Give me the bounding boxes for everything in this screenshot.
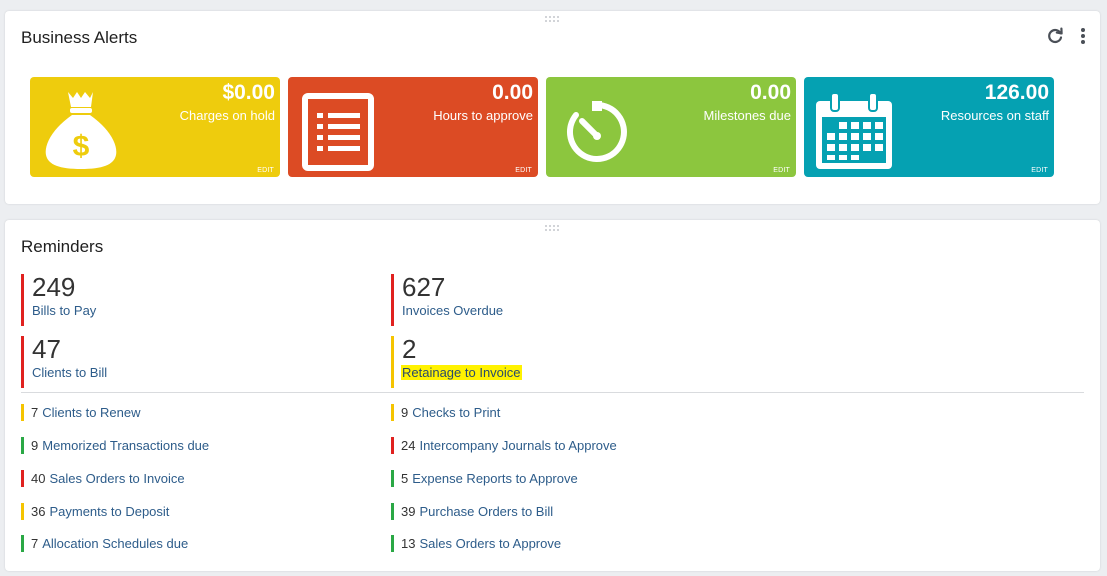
reminder-count: 7 bbox=[31, 405, 39, 420]
tile-edit-link[interactable]: EDIT bbox=[257, 167, 274, 174]
tile-label: Milestones due bbox=[703, 108, 791, 123]
tile-hours-to-approve[interactable]: 0.00 Hours to approve EDIT bbox=[288, 77, 538, 177]
reminder-label: Payments to Deposit bbox=[49, 504, 170, 519]
business-alerts-portlet: Business Alerts $ $0.00 Charges on hold … bbox=[5, 11, 1100, 204]
reminder-label: Memorized Transactions due bbox=[42, 438, 210, 453]
list-item[interactable]: 40 Sales Orders to Invoice bbox=[21, 470, 185, 487]
reminder-count: 5 bbox=[401, 471, 409, 486]
reminder-label: Intercompany Journals to Approve bbox=[419, 438, 617, 453]
reminder-count: 9 bbox=[31, 438, 39, 453]
reminder-count: 47 bbox=[32, 334, 61, 364]
list-item[interactable]: 24 Intercompany Journals to Approve bbox=[391, 437, 617, 454]
list-item[interactable]: 39 Purchase Orders to Bill bbox=[391, 503, 553, 520]
tile-charges-on-hold[interactable]: $ $0.00 Charges on hold EDIT bbox=[30, 77, 280, 177]
reminder-count: 40 bbox=[31, 471, 46, 486]
tile-label: Charges on hold bbox=[179, 108, 275, 123]
reminder-label: Sales Orders to Invoice bbox=[49, 471, 185, 486]
reminder-count: 9 bbox=[401, 405, 409, 420]
reminder-count: 13 bbox=[401, 536, 416, 551]
reminder-clients-to-bill[interactable]: 47 Clients to Bill bbox=[21, 334, 361, 388]
stopwatch-icon bbox=[564, 99, 630, 170]
reminder-label: Checks to Print bbox=[412, 405, 501, 420]
list-item[interactable]: 7 Clients to Renew bbox=[21, 404, 141, 421]
more-options-icon[interactable] bbox=[1080, 27, 1086, 50]
tile-label: Resources on staff bbox=[940, 108, 1049, 123]
reminder-count: 7 bbox=[31, 536, 39, 551]
reminders-title: Reminders bbox=[21, 237, 104, 256]
tile-value: $0.00 bbox=[222, 81, 275, 104]
reminder-retainage-to-invoice[interactable]: 2 Retainage to Invoice bbox=[391, 334, 731, 388]
reminder-count: 627 bbox=[402, 272, 446, 302]
reminder-label: Expense Reports to Approve bbox=[412, 471, 578, 486]
reminder-label: Sales Orders to Approve bbox=[419, 536, 562, 551]
svg-text:$: $ bbox=[73, 130, 90, 163]
reminder-count: 36 bbox=[31, 504, 46, 519]
refresh-icon[interactable] bbox=[1046, 27, 1064, 50]
reminder-bills-to-pay[interactable]: 249 Bills to Pay bbox=[21, 272, 361, 326]
tile-value: 126.00 bbox=[984, 81, 1049, 104]
reminder-count: 39 bbox=[401, 504, 416, 519]
reminder-label: Invoices Overdue bbox=[402, 303, 504, 318]
drag-handle-icon[interactable] bbox=[545, 225, 561, 235]
list-item[interactable]: 9 Checks to Print bbox=[391, 404, 500, 421]
tile-edit-link[interactable]: EDIT bbox=[1031, 167, 1048, 174]
reminder-count: 249 bbox=[32, 272, 76, 302]
business-alerts-title: Business Alerts bbox=[21, 28, 138, 47]
reminders-portlet: Reminders 249 Bills to Pay 627 Invoices … bbox=[5, 220, 1100, 571]
list-item[interactable]: 36 Payments to Deposit bbox=[21, 503, 169, 520]
tile-value: 0.00 bbox=[492, 81, 533, 104]
reminder-label: Bills to Pay bbox=[32, 303, 97, 318]
reminder-label: Clients to Bill bbox=[32, 365, 108, 380]
money-bag-icon: $ bbox=[40, 89, 120, 174]
tile-milestones-due[interactable]: 0.00 Milestones due EDIT bbox=[546, 77, 796, 177]
list-item[interactable]: 13 Sales Orders to Approve bbox=[391, 535, 561, 552]
list-item[interactable]: 9 Memorized Transactions due bbox=[21, 437, 209, 454]
tile-label: Hours to approve bbox=[433, 108, 533, 123]
reminder-label: Purchase Orders to Bill bbox=[419, 504, 554, 519]
reminder-count: 24 bbox=[401, 438, 416, 453]
tile-edit-link[interactable]: EDIT bbox=[773, 167, 790, 174]
drag-handle-icon[interactable] bbox=[545, 16, 561, 26]
calendar-icon bbox=[814, 91, 894, 176]
tile-edit-link[interactable]: EDIT bbox=[515, 167, 532, 174]
divider bbox=[21, 392, 1084, 393]
list-item[interactable]: 7 Allocation Schedules due bbox=[21, 535, 188, 552]
list-item[interactable]: 5 Expense Reports to Approve bbox=[391, 470, 578, 487]
reminder-count: 2 bbox=[402, 334, 417, 364]
tile-resources-on-staff[interactable]: 126.00 Resources on staff EDIT bbox=[804, 77, 1054, 177]
reminder-invoices-overdue[interactable]: 627 Invoices Overdue bbox=[391, 272, 731, 326]
tile-value: 0.00 bbox=[750, 81, 791, 104]
reminder-label: Allocation Schedules due bbox=[42, 536, 189, 551]
reminder-label-highlighted: Retainage to Invoice bbox=[401, 365, 522, 380]
list-icon bbox=[302, 93, 374, 176]
reminder-label: Clients to Renew bbox=[42, 405, 141, 420]
